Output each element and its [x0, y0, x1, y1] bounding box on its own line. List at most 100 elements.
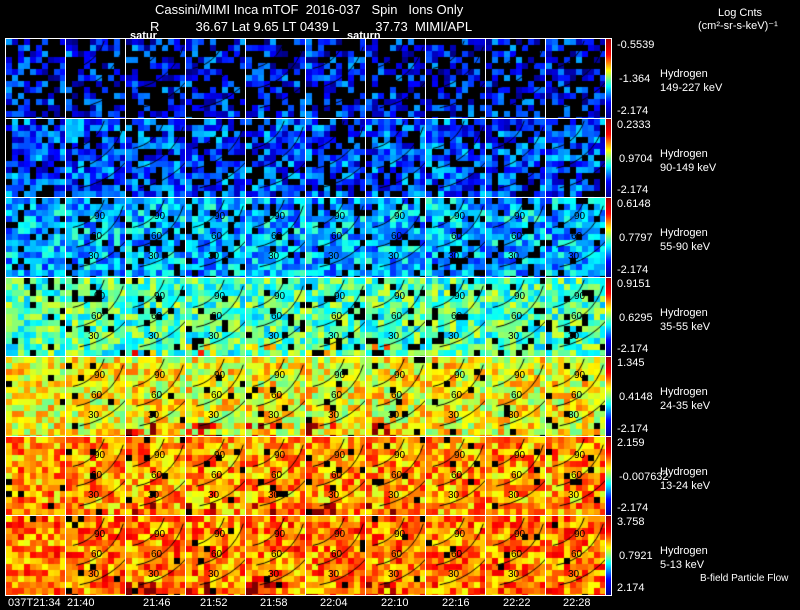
contour-label: 60	[211, 310, 223, 322]
contour-label: 90	[514, 449, 526, 461]
heatmap-cells	[6, 277, 65, 357]
heatmap-panel	[245, 117, 306, 198]
heatmap-panel: 90 60 30	[545, 356, 606, 437]
time-tick-label: 21:40	[67, 597, 95, 609]
contour-label: 60	[391, 469, 403, 481]
contour-label: 60	[271, 549, 283, 560]
heatmap-cells	[366, 118, 425, 198]
contour-label: 90	[274, 529, 286, 540]
contour-label: 30	[328, 330, 340, 342]
contour-label: 60	[91, 310, 103, 322]
row-energy-label: 13-24 keV	[660, 479, 711, 492]
heatmap-panel	[5, 276, 66, 357]
heatmap-panel	[5, 356, 66, 437]
heatmap-cells	[6, 436, 65, 516]
heatmap-panel: 90 60 30	[65, 197, 126, 278]
contour-label: 90	[94, 449, 106, 461]
colorbar	[605, 356, 612, 437]
heatmap-panel	[425, 117, 486, 198]
contour-label: 30	[508, 251, 520, 262]
contour-label: 60	[151, 390, 163, 401]
heatmap-cells	[306, 39, 365, 118]
heatmap-cells	[66, 118, 125, 198]
contour-label: 60	[391, 231, 403, 242]
contour-label: 90	[214, 449, 226, 461]
contour-label: 60	[451, 469, 463, 481]
contour-label: 90	[274, 290, 286, 302]
contour-label: 90	[214, 211, 226, 222]
contour-label: 30	[448, 251, 460, 262]
heatmap-panel: 90 60 30	[485, 197, 546, 278]
row-energy-label: 5-13 keV	[660, 559, 705, 571]
contour-label: 30	[448, 489, 460, 501]
contour-label: 90	[214, 290, 226, 302]
heatmap-panel: 90 60 30	[485, 435, 546, 516]
contour-label: 60	[391, 549, 403, 560]
contour-label: 60	[271, 231, 283, 242]
heatmap-panel: 90 60 30	[125, 276, 186, 357]
contour-label: 60	[331, 231, 343, 242]
colorbar	[605, 38, 612, 119]
heatmap-panel: 90 60 30	[545, 276, 606, 357]
contour-label: 60	[91, 469, 103, 481]
heatmap-panel: 90 60 30	[305, 515, 366, 596]
contour-label: 60	[511, 231, 523, 242]
contour-label: 90	[94, 529, 106, 540]
heatmap-panel: 90 60 30	[485, 276, 546, 357]
contour-label: 30	[568, 251, 580, 262]
heatmap-panel: 90 60 30	[185, 356, 246, 437]
contour-label: 90	[334, 211, 346, 222]
contour-label: 90	[574, 370, 586, 381]
heatmap-cells	[486, 39, 545, 118]
contour-label: 60	[571, 469, 583, 481]
heatmap-panel	[365, 38, 426, 119]
contour-label: 30	[268, 489, 280, 501]
contour-label: 30	[208, 569, 220, 580]
colorbar-min-label: -2.174	[617, 343, 649, 355]
heatmap-panel: 90 60 30	[425, 276, 486, 357]
heatmap-cells	[546, 39, 605, 118]
heatmap-panel: 90 60 30	[365, 435, 426, 516]
contour-label: 30	[448, 330, 460, 342]
contour-label: 90	[394, 529, 406, 540]
contour-label: 60	[571, 310, 583, 322]
colorbar-min-label: -2.174	[617, 184, 649, 196]
colorbar	[605, 435, 612, 516]
heatmap-panel	[485, 117, 546, 198]
contour-label: 30	[568, 569, 580, 580]
heatmap-panel: 90 60 30	[185, 435, 246, 516]
contour-label: 30	[328, 251, 340, 262]
heatmap-panel: 90 60 30	[125, 356, 186, 437]
heatmap-panel: 90 60 30	[185, 515, 246, 596]
colorbar-max-label: 2.159	[617, 436, 645, 449]
heatmap-panel	[5, 117, 66, 198]
contour-label: 30	[388, 569, 400, 580]
contour-label: 30	[448, 410, 460, 421]
contour-label: 90	[454, 529, 466, 540]
heatmap-panel: 90 60 30	[425, 356, 486, 437]
contour-label: 90	[214, 370, 226, 381]
heatmap-cells	[6, 516, 65, 595]
contour-label: 30	[208, 330, 220, 342]
colorbar-max-label: -0.5539	[617, 39, 655, 51]
heatmap-panel	[485, 38, 546, 119]
contour-label: 90	[454, 290, 466, 302]
heatmap-panel	[5, 197, 66, 278]
contour-label: 30	[88, 569, 100, 580]
contour-label: 30	[148, 251, 160, 262]
contour-label: 90	[274, 370, 286, 381]
contour-label: 90	[94, 211, 106, 222]
contour-label: 60	[271, 310, 283, 322]
heatmap-cells	[186, 118, 245, 198]
heatmap-panel: 90 60 30	[425, 197, 486, 278]
contour-label: 90	[154, 529, 166, 540]
contour-label: 30	[268, 330, 280, 342]
colorbar-min-label: -2.174	[617, 502, 649, 514]
contour-label: 30	[268, 251, 280, 262]
heatmap-panel: 90 60 30	[485, 515, 546, 596]
colorbar-max-label: 0.2333	[617, 118, 651, 131]
contour-label: 60	[451, 310, 463, 322]
row-species-label: Hydrogen	[660, 465, 708, 478]
time-tick-label: 037T21:34	[8, 597, 61, 609]
contour-label: 90	[514, 529, 526, 540]
